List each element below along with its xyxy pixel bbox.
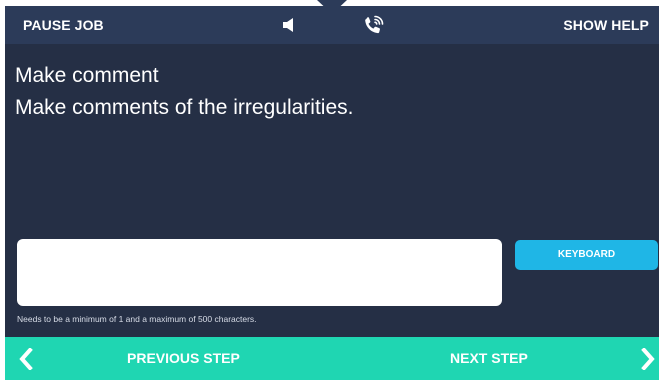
- top-notch: [317, 0, 347, 14]
- comment-input[interactable]: [17, 239, 502, 306]
- step-instruction: Make comments of the irregularities.: [15, 96, 354, 119]
- phone-call-icon[interactable]: [361, 14, 385, 38]
- character-limit-hint: Needs to be a minimum of 1 and a maximum…: [17, 314, 257, 324]
- previous-step-button[interactable]: PREVIOUS STEP: [127, 337, 240, 380]
- speaker-icon[interactable]: [282, 17, 296, 33]
- chevron-left-icon[interactable]: [19, 348, 33, 370]
- bottom-navigation-bar: PREVIOUS STEP NEXT STEP: [5, 337, 659, 380]
- next-step-button[interactable]: NEXT STEP: [450, 337, 528, 380]
- keyboard-button[interactable]: KEYBOARD: [515, 240, 658, 270]
- job-step-screen: PAUSE JOB SHOW HELP Make comment Make co…: [5, 6, 659, 380]
- pause-job-button[interactable]: PAUSE JOB: [23, 6, 104, 44]
- show-help-button[interactable]: SHOW HELP: [563, 6, 649, 44]
- chevron-right-icon[interactable]: [641, 348, 655, 370]
- step-title: Make comment: [15, 64, 159, 87]
